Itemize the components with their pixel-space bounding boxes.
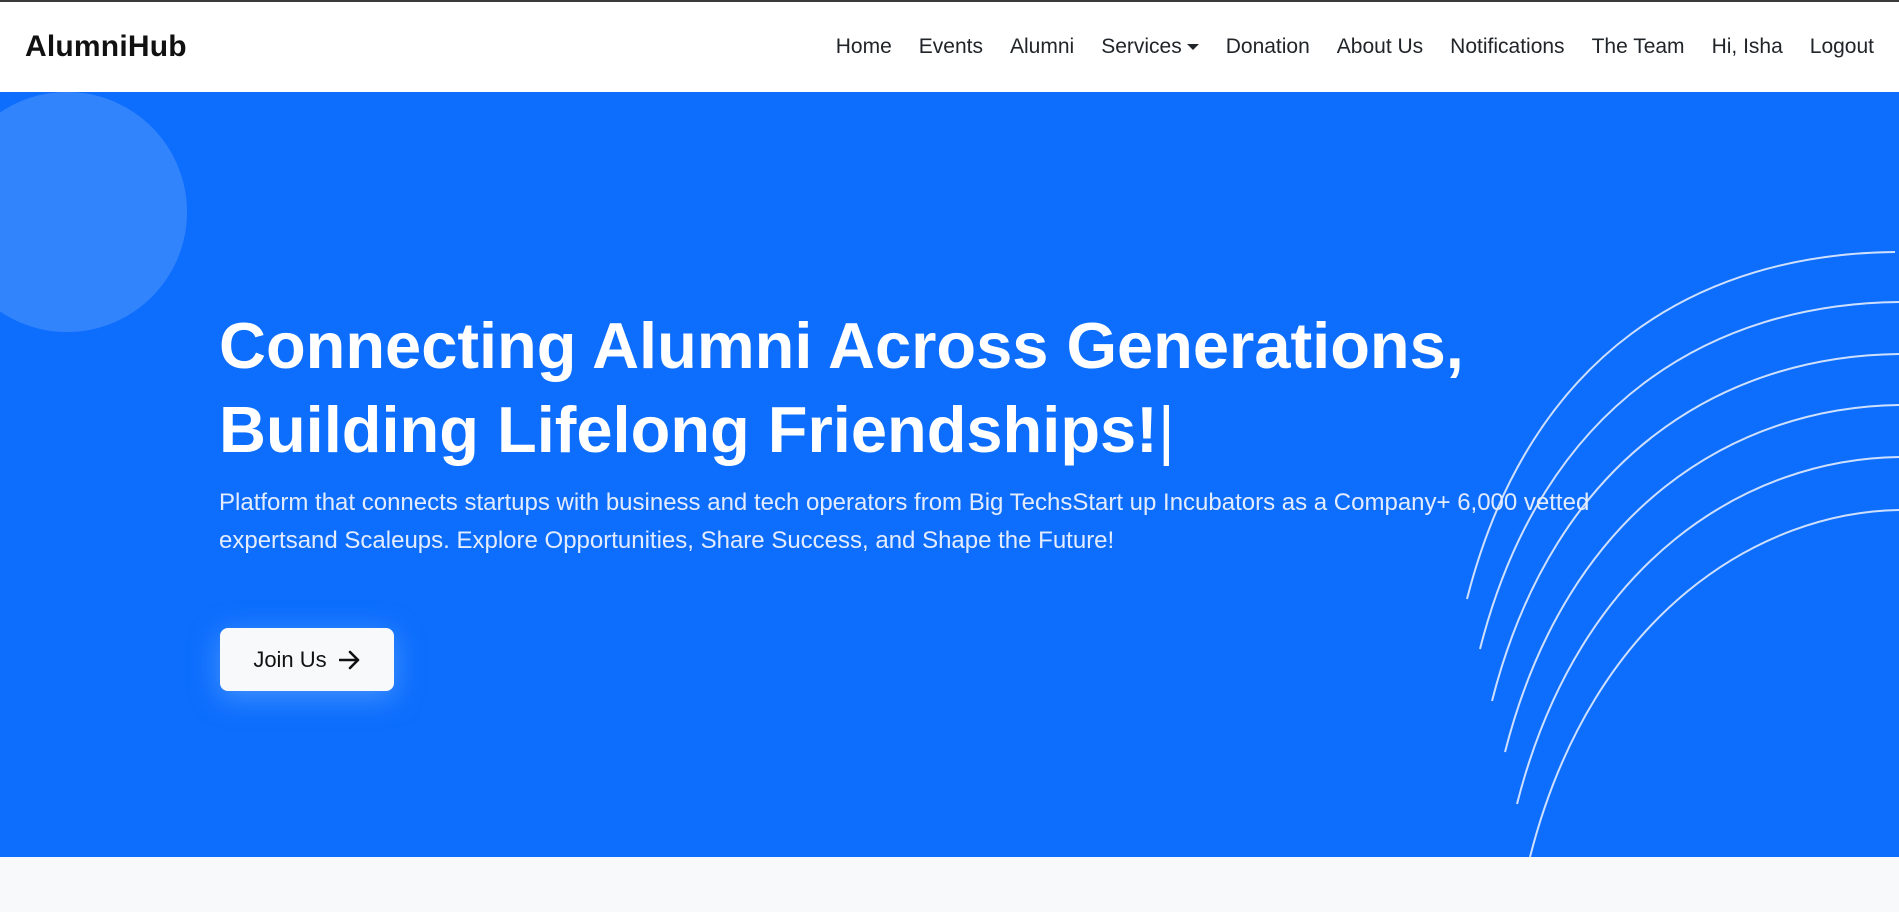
nav-notifications-label: Notifications [1450, 35, 1565, 58]
typing-cursor: | [1157, 393, 1175, 466]
nav-alumni-label: Alumni [1009, 35, 1075, 58]
nav-team-link[interactable]: The Team [1592, 35, 1685, 59]
nav-alumni-link[interactable]: Alumni [1010, 35, 1074, 59]
nav-user-label: Hi, Isha [1711, 35, 1783, 58]
nav-team-label: The Team [1591, 35, 1685, 58]
hero-headline: Connecting Alumni Across Generations, Bu… [219, 304, 1519, 472]
nav-links: Home Events Alumni Services Donation Abo… [809, 35, 1874, 59]
nav-about-link[interactable]: About Us [1337, 35, 1423, 59]
nav-logout-label: Logout [1809, 35, 1874, 58]
headline-line-1: Connecting Alumni Across Generations, [219, 309, 1464, 382]
nav-about-label: About Us [1336, 35, 1424, 58]
hero-description: Platform that connects startups with bus… [219, 489, 1590, 554]
join-us-label: Join Us [253, 646, 327, 672]
nav-user-greeting[interactable]: Hi, Isha [1712, 35, 1783, 59]
nav-home-link[interactable]: Home [836, 35, 892, 59]
nav-services-label: Services [1101, 35, 1182, 58]
headline-line-2: Building Lifelong Friendships! [219, 393, 1158, 466]
nav-donation-link[interactable]: Donation [1226, 35, 1310, 59]
brand-logo[interactable]: AlumniHub [25, 30, 187, 64]
nav-services-dropdown[interactable]: Services [1101, 35, 1199, 59]
arc-4 [1504, 404, 1899, 753]
nav-home-label: Home [835, 35, 892, 58]
arc-6 [1529, 509, 1899, 857]
arc-2 [1479, 301, 1899, 650]
nav-events-link[interactable]: Events [919, 35, 983, 59]
decorative-arcs [1466, 251, 1899, 857]
join-us-button[interactable]: Join Us [220, 628, 394, 691]
nav-events-label: Events [918, 35, 983, 58]
nav-donation-label: Donation [1225, 35, 1310, 58]
next-section [0, 857, 1899, 912]
nav-logout-link[interactable]: Logout [1810, 35, 1874, 59]
caret-down-icon [1186, 44, 1199, 50]
navbar: AlumniHub Home Events Alumni Services Do… [0, 2, 1899, 92]
nav-notifications-link[interactable]: Notifications [1450, 35, 1564, 59]
arrow-right-icon [338, 650, 361, 670]
hero-section: Connecting Alumni Across Generations, Bu… [0, 92, 1899, 857]
